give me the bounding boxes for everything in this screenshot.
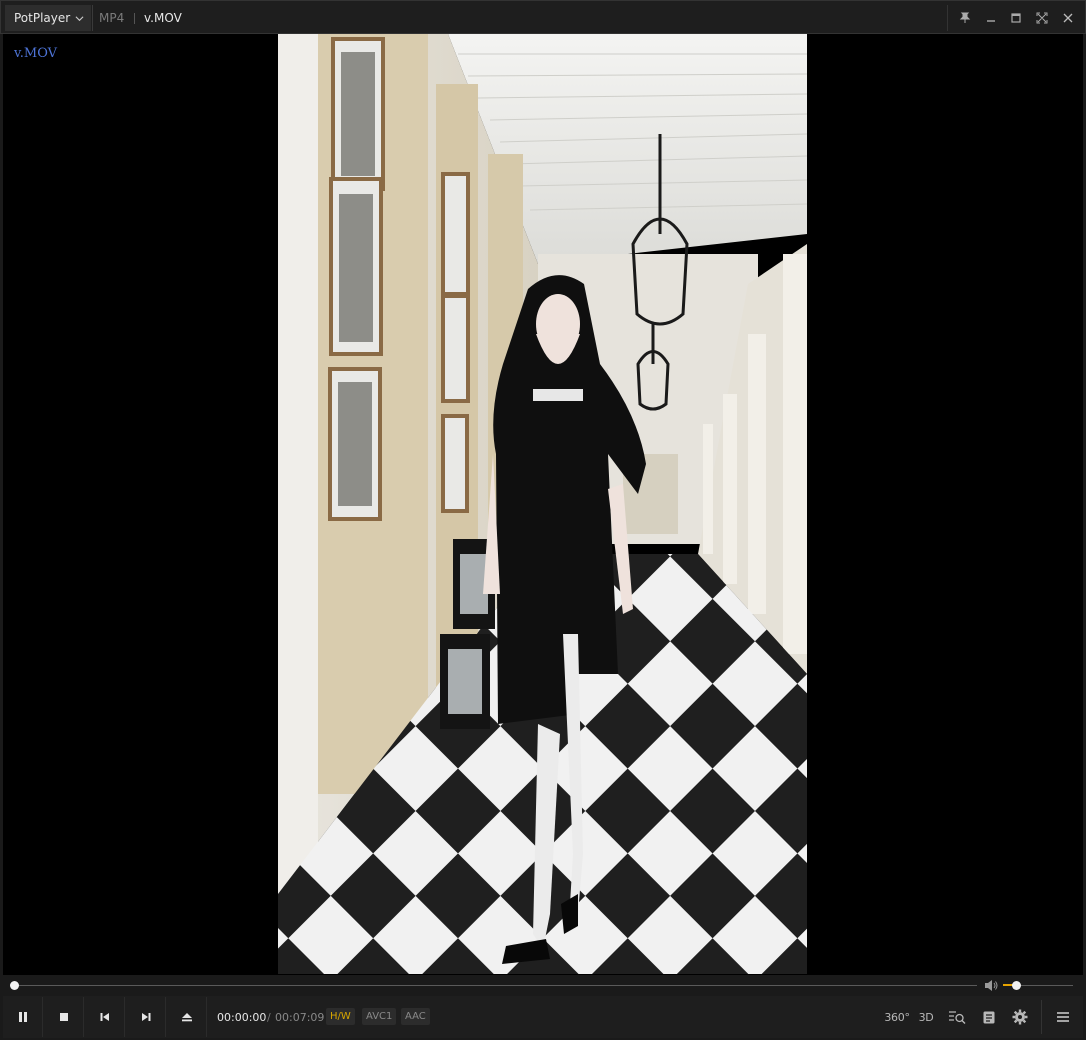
3d-label: 3D [918,1010,934,1024]
menu-icon [1057,1012,1069,1022]
video-frame-image [278,34,807,974]
fullscreen-icon [1036,12,1048,24]
maximize-button[interactable] [1006,8,1026,28]
format-label: MP4 [99,11,125,25]
main-menu-button[interactable] [1051,1005,1075,1029]
seek-bar[interactable] [11,985,977,986]
fullscreen-button[interactable] [1032,8,1052,28]
playlist-search-icon [949,1011,966,1024]
control-bar: 00:00:00 / 00:07:09 H/W AVC1 AAC 360° 3D [3,996,1083,1038]
vr-360-label: 360° [884,1010,910,1024]
title-bar: PotPlayer MP4 v.MOV [0,0,1086,34]
next-icon [141,1013,150,1021]
previous-button[interactable] [85,997,125,1037]
seek-row [3,976,1083,995]
stop-button[interactable] [44,997,84,1037]
pause-icon [18,1012,27,1022]
time-separator: / [267,1011,271,1024]
video-viewport[interactable]: v.MOV [3,34,1083,975]
volume-icon[interactable] [984,979,998,992]
maximize-icon [1011,13,1022,23]
menu-divider [1041,1000,1042,1034]
settings-button[interactable] [1008,1005,1032,1029]
window-controls [947,5,1081,31]
chapter-icon [983,1011,995,1023]
total-time[interactable]: 00:07:09 [275,1011,324,1024]
stop-icon [59,1013,68,1021]
format-divider [134,13,135,24]
volume-handle[interactable] [1011,981,1021,990]
eject-icon [181,1013,192,1022]
playlist-search-button[interactable] [945,1005,969,1029]
video-codec-badge[interactable]: AVC1 [362,1008,397,1025]
minimize-icon [986,20,995,22]
pin-icon [959,12,971,23]
minimize-button[interactable] [981,8,1001,28]
titlebar-divider [92,5,93,31]
vr-360-button[interactable]: 360° [884,1005,910,1029]
close-icon [1063,13,1073,23]
chevron-down-icon [75,15,84,21]
eject-button[interactable] [167,997,207,1037]
seek-handle[interactable] [10,981,19,990]
3d-button[interactable]: 3D [914,1005,938,1029]
osd-filename: v.MOV [14,46,58,61]
previous-icon [100,1013,109,1021]
next-button[interactable] [126,997,166,1037]
window-title: v.MOV [144,11,182,25]
close-button[interactable] [1058,8,1078,28]
gear-icon [1012,1009,1028,1025]
pause-button[interactable] [3,997,43,1037]
video-frame [278,34,807,974]
pin-button[interactable] [955,8,975,28]
chapter-button[interactable] [977,1005,1001,1029]
app-name: PotPlayer [14,11,71,25]
current-time: 00:00:00 [217,1011,267,1024]
audio-codec-badge[interactable]: AAC [401,1008,430,1025]
hw-decoder-badge[interactable]: H/W [326,1008,355,1025]
app-menu-button[interactable]: PotPlayer [5,5,91,31]
volume-slider[interactable] [1003,981,1073,990]
